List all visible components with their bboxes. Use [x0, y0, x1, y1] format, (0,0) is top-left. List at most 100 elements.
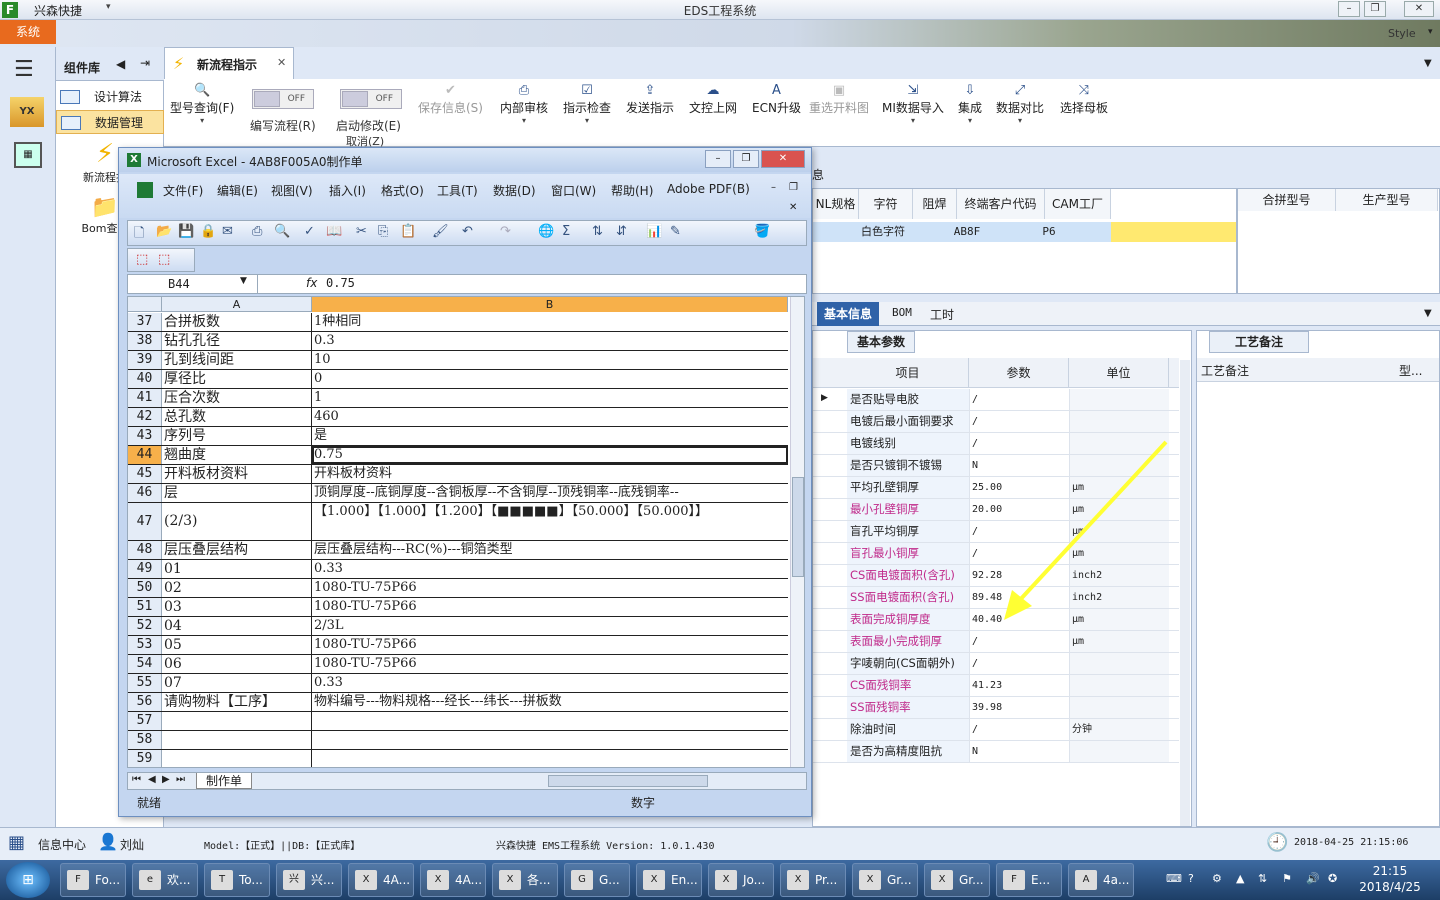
flag-icon[interactable]: ⚑ [1282, 872, 1292, 885]
cell-b[interactable]: 1种相同 [312, 313, 788, 331]
format-painter-icon[interactable]: 🖌 [432, 224, 449, 239]
fill-color-icon[interactable]: 🪣 [754, 224, 770, 239]
column-header[interactable]: 项目 [847, 358, 969, 388]
row-header[interactable]: 49 [128, 560, 162, 578]
column-header-b[interactable]: B [312, 297, 788, 312]
cell-a[interactable]: 03 [162, 598, 312, 616]
grid-icon[interactable]: ▦ [8, 832, 25, 853]
tab-bom[interactable]: BOM [892, 306, 912, 319]
autosum-icon[interactable]: Σ [562, 224, 570, 239]
cell-b[interactable]: 【1.000】【1.000】【1.200】【■■■■■】【50.000】【50.… [312, 503, 788, 540]
row-header[interactable]: 52 [128, 617, 162, 635]
excel-menu-item[interactable]: 视图(V) [271, 182, 313, 199]
worksheet-row[interactable]: 48 层压叠层结构 层压叠层结构---RC(%)---铜箔类型 [128, 541, 788, 560]
taskbar-item[interactable]: F Fo... [60, 863, 126, 897]
next-sheet-icon[interactable]: ▶ [162, 774, 170, 785]
taskbar-item[interactable]: X Gr... [852, 863, 918, 897]
cell-a[interactable]: 钻孔孔径 [162, 332, 312, 350]
close-icon[interactable]: ✕ [277, 56, 286, 69]
taskbar-item[interactable]: G G... [564, 863, 630, 897]
cell-b[interactable]: 是 [312, 427, 788, 445]
column-header[interactable]: 单位 [1069, 358, 1169, 388]
yx-module-icon[interactable]: YX [10, 97, 44, 127]
mi-import-button[interactable]: ⇲ MI数据导入 ▾ [882, 83, 944, 125]
undo-icon[interactable]: ↶ [462, 224, 473, 239]
type-query-button[interactable]: 🔍 型号查询(F) ▾ [170, 83, 234, 125]
scroll-thumb[interactable] [792, 477, 804, 577]
column-header-a[interactable]: A [162, 297, 312, 312]
chevron-down-icon[interactable]: ▼ [1424, 308, 1432, 319]
column-header[interactable]: CAM工厂 [1045, 189, 1111, 219]
tab-basic-info[interactable]: 基本信息 [817, 302, 879, 326]
param-value[interactable]: 39.98 [969, 697, 1069, 718]
cell-b[interactable]: 顶铜厚度--底铜厚度--含铜板厚--不含铜厚--顶残铜率--底残铜率-- [312, 484, 788, 502]
spelling-icon[interactable]: ✓ [304, 224, 315, 239]
param-value[interactable]: / [969, 389, 1069, 410]
check-instructions-button[interactable]: ☑ 指示检查 ▾ [563, 83, 611, 125]
tab-new-flow[interactable]: ⚡ 新流程指示 ✕ [164, 47, 294, 79]
worksheet-row[interactable]: 51 03 1080-TU-75P66 [128, 598, 788, 617]
worksheet-row[interactable]: 58 [128, 731, 788, 750]
row-header[interactable]: 45 [128, 465, 162, 483]
ecn-upgrade-button[interactable]: A ECN升级 [752, 83, 801, 116]
cell-b[interactable]: 0.75 [312, 446, 788, 464]
excel-menu-item[interactable]: 工具(T) [437, 182, 478, 199]
worksheet-row[interactable]: 44 翘曲度 0.75 [128, 446, 788, 465]
param-row[interactable]: 是否贴导电胶 / [813, 389, 1179, 411]
worksheet-row[interactable]: 50 02 1080-TU-75P66 [128, 579, 788, 598]
worksheet-row[interactable]: 49 01 0.33 [128, 560, 788, 579]
params-scrollbar[interactable] [1180, 360, 1190, 826]
cell-a[interactable]: 07 [162, 674, 312, 692]
chart-wizard-icon[interactable]: 📊 [646, 224, 662, 239]
row-header[interactable]: 46 [128, 484, 162, 502]
row-header[interactable]: 43 [128, 427, 162, 445]
row-header[interactable]: 40 [128, 370, 162, 388]
param-value[interactable]: / [969, 411, 1069, 432]
taskbar-item[interactable]: A 4a... [1068, 863, 1134, 897]
row-header[interactable]: 48 [128, 541, 162, 559]
cell-b[interactable]: 0.33 [312, 674, 788, 692]
taskbar-item[interactable]: X En... [636, 863, 702, 897]
reselect-drawing-button[interactable]: ▣ 重选开料图 [809, 83, 869, 116]
excel-maximize-button[interactable]: ❐ [733, 150, 759, 168]
cell-a[interactable] [162, 712, 312, 730]
column-header[interactable]: 字符 [859, 189, 913, 219]
worksheet-row[interactable]: 43 序列号是 [128, 427, 788, 446]
row-header[interactable]: 44 [128, 446, 162, 464]
column-header[interactable]: 生产型号 [1336, 189, 1438, 211]
hyperlink-icon[interactable]: 🌐 [538, 224, 554, 239]
param-row[interactable]: 是否为高精度阻抗 N [813, 741, 1179, 763]
notes-column-header[interactable]: 型... [1399, 362, 1422, 379]
print-icon[interactable]: ⎙ [252, 224, 262, 239]
taskbar-item[interactable]: X 4A... [348, 863, 414, 897]
param-value[interactable]: 41.23 [969, 675, 1069, 696]
cell-a[interactable]: 02 [162, 579, 312, 597]
close-button[interactable]: ✕ [1404, 1, 1434, 17]
highlighted-cell[interactable] [1111, 222, 1236, 242]
tab-basic-params[interactable]: 基本参数 [847, 331, 915, 353]
cell-a[interactable]: 总孔数 [162, 408, 312, 426]
cell-b[interactable]: 2/3L [312, 617, 788, 635]
notes-column-header[interactable]: 工艺备注 [1201, 362, 1249, 379]
cell-a[interactable]: 请购物料【工序】 [162, 693, 312, 711]
param-row[interactable]: 除油时间 / 分钟 [813, 719, 1179, 741]
taskbar-item[interactable]: F E... [996, 863, 1062, 897]
pdf-email-icon[interactable]: ⬚ [158, 252, 170, 267]
row-header[interactable]: 54 [128, 655, 162, 673]
minimize-button[interactable]: – [1338, 1, 1360, 17]
cell-a[interactable]: 04 [162, 617, 312, 635]
network-icon[interactable]: ⇅ [1258, 872, 1267, 885]
cell-b[interactable]: 1080-TU-75P66 [312, 598, 788, 616]
save-info-button[interactable]: ✔ 保存信息(S) [418, 83, 483, 116]
new-file-icon[interactable]: 🗋 [134, 224, 144, 246]
worksheet-row[interactable]: 57 [128, 712, 788, 731]
cell-a[interactable]: 层压叠层结构 [162, 541, 312, 559]
worksheet-row[interactable]: 39 孔到线间距 10 [128, 351, 788, 370]
horizontal-scrollbar[interactable] [548, 775, 708, 787]
row-header[interactable]: 47 [128, 503, 162, 540]
worksheet-row[interactable]: 53 05 1080-TU-75P66 [128, 636, 788, 655]
maximize-button[interactable]: ❐ [1364, 1, 1386, 17]
column-header[interactable]: 参数 [969, 358, 1069, 388]
redo-icon[interactable]: ↷ [500, 224, 511, 239]
formula-input[interactable]: 0.75 [326, 276, 355, 290]
